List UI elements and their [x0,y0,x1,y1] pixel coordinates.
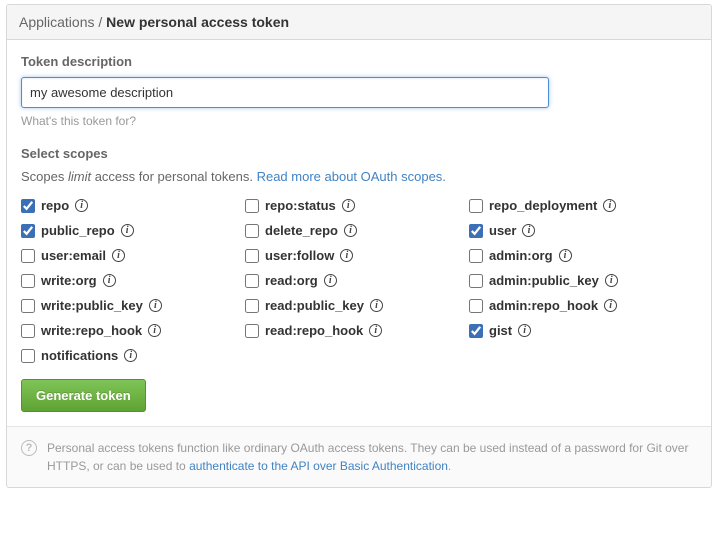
breadcrumb-sep: / [95,14,107,30]
new-token-panel: Applications / New personal access token… [6,4,712,488]
scope-item-write-public-key[interactable]: write:public_key i [21,298,241,313]
token-description-input[interactable] [21,77,549,108]
scope-item-user-email[interactable]: user:email i [21,248,241,263]
scope-label: repo_deployment [489,198,597,213]
scopes-intro-b: access for personal tokens. [91,169,256,184]
scope-checkbox-user[interactable] [469,224,483,238]
scope-checkbox-repo-deployment[interactable] [469,199,483,213]
panel-body: Token description What's this token for?… [7,40,711,426]
scope-item-public-repo[interactable]: public_repo i [21,223,241,238]
scope-checkbox-read-org[interactable] [245,274,259,288]
info-icon[interactable]: i [605,274,618,287]
scope-checkbox-repo-status[interactable] [245,199,259,213]
scope-checkbox-write-repo-hook[interactable] [21,324,35,338]
info-icon[interactable]: i [342,199,355,212]
info-icon[interactable]: i [75,199,88,212]
scope-label: admin:public_key [489,273,599,288]
scope-item-repo-status[interactable]: repo:status i [245,198,465,213]
scope-label: admin:repo_hook [489,298,598,313]
scope-checkbox-read-repo-hook[interactable] [245,324,259,338]
help-icon: ? [21,440,37,456]
panel-footer: ? Personal access tokens function like o… [7,426,711,487]
info-icon[interactable]: i [121,224,134,237]
info-icon[interactable]: i [604,299,617,312]
info-icon[interactable]: i [344,224,357,237]
scope-label: repo [41,198,69,213]
scope-label: admin:org [489,248,553,263]
info-icon[interactable]: i [148,324,161,337]
scope-checkbox-delete-repo[interactable] [245,224,259,238]
info-icon[interactable]: i [559,249,572,262]
scope-label: user [489,223,516,238]
breadcrumb: Applications / New personal access token [7,5,711,40]
scope-checkbox-repo[interactable] [21,199,35,213]
scope-label: read:public_key [265,298,364,313]
oauth-scopes-link[interactable]: Read more about OAuth scopes. [257,169,446,184]
token-description-label: Token description [21,54,697,69]
token-description-hint: What's this token for? [21,114,697,128]
scope-checkbox-gist[interactable] [469,324,483,338]
scope-checkbox-notifications[interactable] [21,349,35,363]
info-icon[interactable]: i [370,299,383,312]
scope-item-delete-repo[interactable]: delete_repo i [245,223,465,238]
scope-item-read-repo-hook[interactable]: read:repo_hook i [245,323,465,338]
scope-label: gist [489,323,512,338]
breadcrumb-current: New personal access token [106,14,289,30]
footer-auth-link[interactable]: authenticate to the API over Basic Authe… [189,459,448,473]
scope-label: write:public_key [41,298,143,313]
scope-label: delete_repo [265,223,338,238]
info-icon[interactable]: i [369,324,382,337]
scope-checkbox-user-email[interactable] [21,249,35,263]
scope-item-user-follow[interactable]: user:follow i [245,248,465,263]
scopes-intro: Scopes limit access for personal tokens.… [21,169,697,184]
scope-label: public_repo [41,223,115,238]
scope-item-read-org[interactable]: read:org i [245,273,465,288]
scope-item-admin-org[interactable]: admin:org i [469,248,689,263]
generate-token-button[interactable]: Generate token [21,379,146,412]
scope-item-notifications[interactable]: notifications i [21,348,241,363]
scope-label: read:repo_hook [265,323,363,338]
scopes-intro-em: limit [68,169,91,184]
info-icon[interactable]: i [518,324,531,337]
info-icon[interactable]: i [124,349,137,362]
scope-item-gist[interactable]: gisti [469,323,689,338]
scope-item-admin-public-key[interactable]: admin:public_key i [469,273,689,288]
scope-label: user:follow [265,248,334,263]
scope-item-repo-deployment[interactable]: repo_deployment i [469,198,689,213]
scope-label: notifications [41,348,118,363]
scope-item-admin-repo-hook[interactable]: admin:repo_hook i [469,298,689,313]
scopes-intro-a: Scopes [21,169,68,184]
info-icon[interactable]: i [112,249,125,262]
scope-checkbox-user-follow[interactable] [245,249,259,263]
scope-checkbox-admin-org[interactable] [469,249,483,263]
info-icon[interactable]: i [522,224,535,237]
scope-checkbox-public-repo[interactable] [21,224,35,238]
scope-grid: repoirepo:statusirepo_deploymentipublic_… [21,198,697,363]
scope-item-write-org[interactable]: write:org i [21,273,241,288]
scope-item-repo[interactable]: repoi [21,198,241,213]
info-icon[interactable]: i [603,199,616,212]
scope-checkbox-write-public-key[interactable] [21,299,35,313]
footer-text-b: . [448,459,451,473]
info-icon[interactable]: i [149,299,162,312]
scope-label: user:email [41,248,106,263]
footer-text: Personal access tokens function like ord… [47,439,697,475]
scope-item-user[interactable]: useri [469,223,689,238]
scope-label: write:org [41,273,97,288]
scope-label: repo:status [265,198,336,213]
breadcrumb-parent[interactable]: Applications [19,14,95,30]
info-icon[interactable]: i [103,274,116,287]
info-icon[interactable]: i [340,249,353,262]
info-icon[interactable]: i [324,274,337,287]
scope-item-read-public-key[interactable]: read:public_key i [245,298,465,313]
scope-checkbox-admin-public-key[interactable] [469,274,483,288]
scope-checkbox-admin-repo-hook[interactable] [469,299,483,313]
scopes-section: Select scopes Scopes limit access for pe… [21,146,697,412]
scope-label: read:org [265,273,318,288]
scope-label: write:repo_hook [41,323,142,338]
scope-item-write-repo-hook[interactable]: write:repo_hook i [21,323,241,338]
select-scopes-label: Select scopes [21,146,697,161]
scope-checkbox-write-org[interactable] [21,274,35,288]
scope-checkbox-read-public-key[interactable] [245,299,259,313]
